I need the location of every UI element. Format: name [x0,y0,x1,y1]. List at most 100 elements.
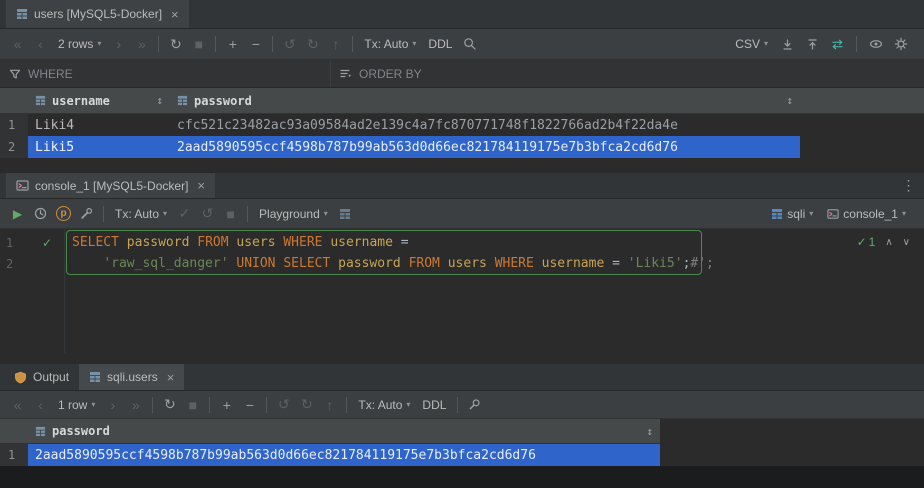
history-clock-icon[interactable] [29,203,52,225]
grid-toolbar-right: CSV ▾ [729,33,918,55]
username-cell[interactable]: Liki5 [28,136,170,158]
sort-icon[interactable]: ↕ [786,94,793,107]
sort-icon[interactable]: ↕ [156,94,163,107]
previous-page-button[interactable]: ‹ [29,33,52,55]
wrench-settings-icon[interactable] [75,203,98,225]
code-token: = [401,235,409,250]
inspection-status: ✓1 [857,235,876,249]
gear-icon[interactable] [889,33,912,55]
password-cell[interactable]: 2aad5890595ccf4598b787b99ab563d0d66ec821… [170,136,800,158]
code-line[interactable]: 1 ✓ SELECT password FROM users WHERE use… [0,232,924,253]
stop-icon[interactable]: ■ [187,33,210,55]
next-problem-icon[interactable]: ∨ [903,237,910,248]
pin-tab-icon[interactable] [463,394,486,416]
where-filter-input[interactable]: WHERE [0,60,330,87]
playground-mode-dropdown[interactable]: Playground ▾ [253,203,334,225]
redo-icon[interactable]: ↻ [301,33,324,55]
close-icon[interactable]: × [171,7,179,22]
next-page-button[interactable]: › [101,394,124,416]
order-by-filter-input[interactable]: ORDER BY [330,60,924,87]
column-header-username[interactable]: username ↕ [28,88,170,113]
row-number[interactable]: 1 [0,114,28,136]
row-number[interactable]: 1 [0,444,28,466]
export-data-icon[interactable] [776,33,799,55]
export-format-dropdown[interactable]: CSV ▾ [729,33,774,55]
column-header-password[interactable]: password ↕ [28,419,660,443]
grid-filter-row: WHERE ORDER BY [0,60,924,88]
in-editor-results-icon[interactable] [334,203,357,225]
refresh-icon[interactable]: ↻ [158,394,181,416]
last-page-button[interactable]: » [124,394,147,416]
add-row-button[interactable]: + [221,33,244,55]
previous-page-button[interactable]: ‹ [29,394,52,416]
commit-icon[interactable]: ✓ [173,203,196,225]
tx-mode-dropdown[interactable]: Tx: Auto ▾ [352,394,416,416]
undo-icon[interactable]: ↺ [278,33,301,55]
add-row-button[interactable]: + [215,394,238,416]
ddl-button[interactable]: DDL [422,33,458,55]
separator [158,36,159,52]
view-options-eye-icon[interactable] [864,33,887,55]
refresh-icon[interactable]: ↻ [164,33,187,55]
tab-users-table[interactable]: users [MySQL5-Docker] × [6,0,189,28]
submit-changes-icon[interactable]: ↑ [318,394,341,416]
password-cell[interactable]: 2aad5890595ccf4598b787b99ab563d0d66ec821… [28,444,660,466]
ddl-label: DDL [428,37,452,51]
table-row-selected: 1 2aad5890595ccf4598b787b99ab563d0d66ec8… [0,444,660,466]
ddl-button[interactable]: DDL [416,394,452,416]
kebab-menu-icon[interactable]: ⋮ [897,175,920,197]
compare-data-icon[interactable] [826,33,849,55]
chevron-down-icon: ▾ [412,40,416,48]
code-token: password [119,235,197,250]
run-button[interactable]: ▶ [6,203,29,225]
tx-mode-label: Tx: Auto [364,37,408,51]
username-cell[interactable]: Liki4 [28,114,170,136]
console-dropdown[interactable]: console_1 ▾ [821,203,912,225]
console-icon [827,208,839,220]
code-text[interactable]: 'raw_sql_danger' UNION SELECT password F… [64,253,714,274]
gutter-separator [64,229,65,353]
datasource-dropdown[interactable]: sqli ▾ [765,203,819,225]
sort-icon[interactable]: ↕ [646,425,653,438]
tab-output[interactable]: Output [4,364,79,390]
stop-icon[interactable]: ■ [181,394,204,416]
column-header-password[interactable]: password ↕ [170,88,800,113]
tab-console-1[interactable]: console_1 [MySQL5-Docker] × [6,173,215,198]
rollback-icon[interactable]: ↺ [196,203,219,225]
tx-mode-dropdown[interactable]: Tx: Auto ▾ [109,203,173,225]
row-number[interactable]: 2 [0,136,28,158]
page-size-dropdown[interactable]: 1 row ▾ [52,394,101,416]
inspection-widget: ✓1 ∧ ∨ [857,235,910,249]
password-cell[interactable]: cfc521c23482ac93a09584ad2e139c4a7fc87077… [170,114,800,136]
line-number: 1 [6,236,20,250]
import-data-icon[interactable] [801,33,824,55]
close-icon[interactable]: × [167,370,175,385]
previous-problem-icon[interactable]: ∧ [885,237,892,248]
redo-icon[interactable]: ↻ [295,394,318,416]
code-token: WHERE [283,235,322,250]
search-icon[interactable] [458,33,481,55]
code-line[interactable]: 2 'raw_sql_danger' UNION SELECT password… [0,253,924,274]
row-number-header [0,88,28,113]
submit-changes-icon[interactable]: ↑ [324,33,347,55]
close-icon[interactable]: × [197,178,205,193]
delete-row-button[interactable]: − [238,394,261,416]
page-size-dropdown[interactable]: 2 rows ▾ [52,33,107,55]
last-page-button[interactable]: » [130,33,153,55]
chevron-down-icon: ▾ [163,210,167,218]
next-page-button[interactable]: › [107,33,130,55]
parameters-icon[interactable]: p [52,203,75,225]
delete-row-button[interactable]: − [244,33,267,55]
undo-icon[interactable]: ↺ [272,394,295,416]
sql-editor[interactable]: 1 ✓ SELECT password FROM users WHERE use… [0,229,924,353]
line-number: 2 [6,257,20,271]
first-page-button[interactable]: « [6,394,29,416]
tab-sqli-users-result[interactable]: sqli.users × [79,364,184,390]
separator [209,397,210,413]
first-page-button[interactable]: « [6,33,29,55]
code-text[interactable]: SELECT password FROM users WHERE usernam… [64,232,409,253]
tx-mode-dropdown[interactable]: Tx: Auto ▾ [358,33,422,55]
stop-icon[interactable]: ■ [219,203,242,225]
grid-column-headers: username ↕ password ↕ [0,88,924,114]
separator [152,397,153,413]
